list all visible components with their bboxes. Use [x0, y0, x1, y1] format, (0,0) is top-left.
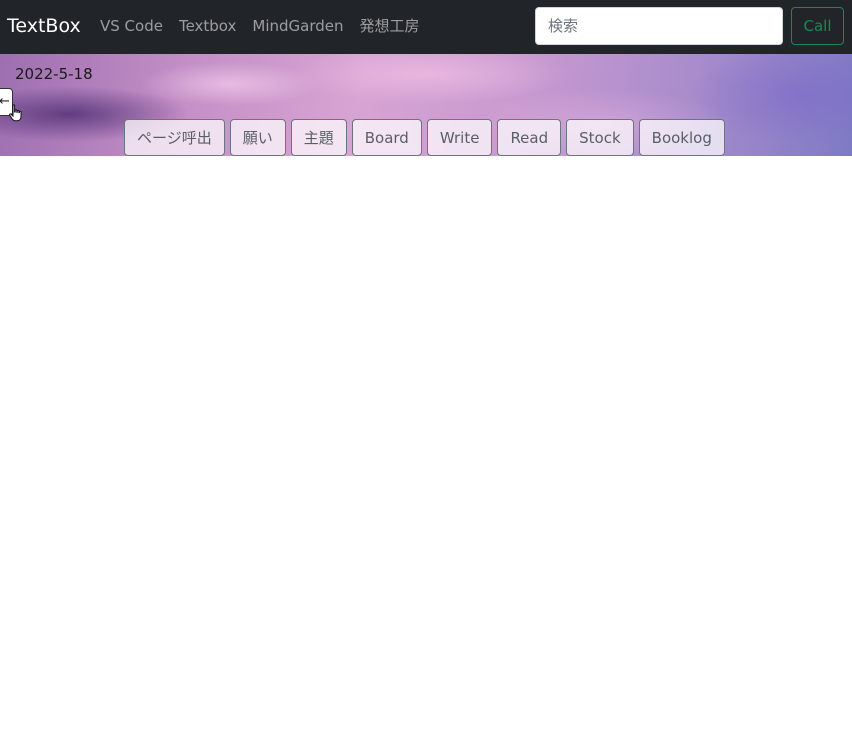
- hero-banner: 2022-5-18 ← ページ呼出 願い 主題 Board Write Read…: [0, 54, 852, 156]
- tab-write[interactable]: Write: [426, 119, 493, 156]
- tab-board[interactable]: Board: [351, 119, 422, 156]
- tab-stock[interactable]: Stock: [566, 119, 634, 156]
- tab-theme[interactable]: 主題: [290, 119, 347, 156]
- nav-link-vscode[interactable]: VS Code: [100, 16, 163, 36]
- date-label: 2022-5-18: [15, 65, 93, 83]
- search-input[interactable]: [535, 7, 783, 45]
- tab-page-call[interactable]: ページ呼出: [124, 119, 225, 156]
- nav-link-hassou-koubou[interactable]: 発想工房: [360, 16, 420, 36]
- nav-link-textbox[interactable]: Textbox: [179, 16, 236, 36]
- nav-links: VS Code Textbox MindGarden 発想工房: [100, 16, 420, 36]
- tab-wish[interactable]: 願い: [229, 119, 286, 156]
- tab-row: ページ呼出 願い 主題 Board Write Read Stock Bookl…: [124, 119, 725, 156]
- tab-booklog[interactable]: Booklog: [638, 119, 725, 156]
- nav-link-mindgarden[interactable]: MindGarden: [252, 16, 343, 36]
- main-content: [0, 156, 852, 746]
- tab-read[interactable]: Read: [497, 119, 562, 156]
- brand-link[interactable]: TextBox: [7, 14, 81, 38]
- navbar: TextBox VS Code Textbox MindGarden 発想工房 …: [0, 0, 852, 54]
- call-button[interactable]: Call: [791, 7, 844, 45]
- hand-pointer-cursor-icon: [9, 104, 22, 122]
